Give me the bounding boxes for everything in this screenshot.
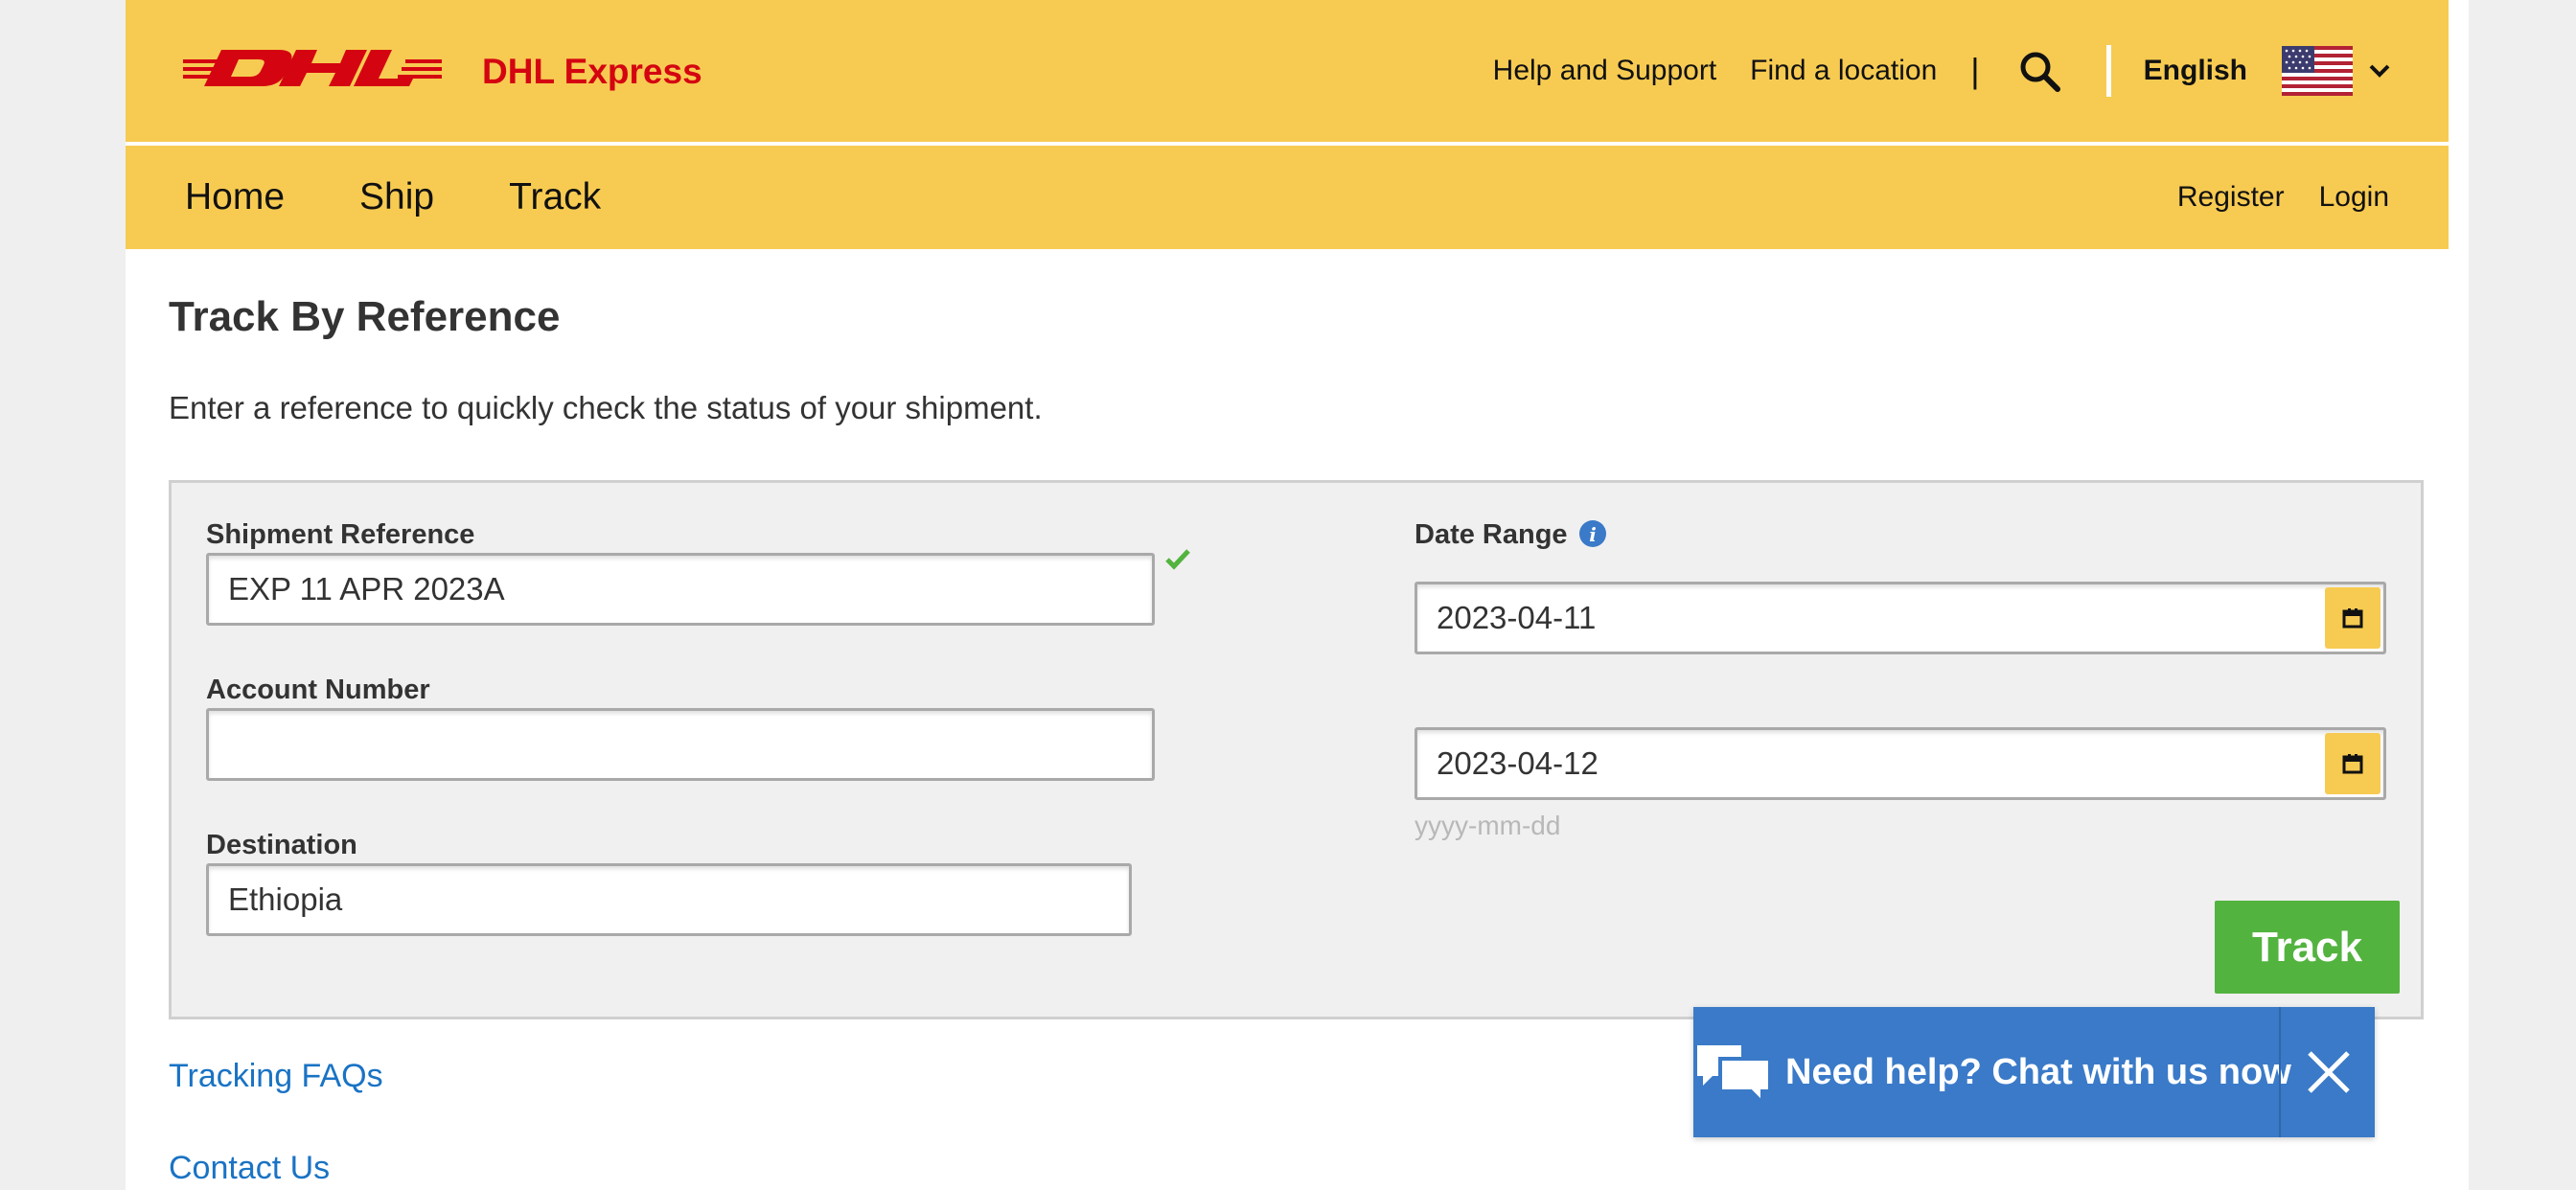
calendar-icon (2342, 754, 2363, 774)
date-format-hint: yyyy-mm-dd (1414, 811, 1561, 840)
page-subtitle: Enter a reference to quickly check the s… (169, 390, 1043, 425)
search-icon[interactable] (2018, 50, 2060, 92)
chevron-down-icon[interactable] (2368, 63, 2391, 79)
main-navigation: Home Ship Track Register Login (126, 146, 2449, 249)
top-utility-links: Help and Support Find a location | Engli… (1493, 0, 2449, 142)
date-from-input[interactable]: 2023-04-11 (1414, 582, 2386, 654)
tracking-faqs-link[interactable]: Tracking FAQs (169, 1058, 383, 1095)
nav-home[interactable]: Home (185, 176, 285, 218)
calendar-icon (2342, 608, 2363, 629)
checkmark-icon (1165, 549, 1190, 570)
svg-text:i: i (1589, 523, 1597, 546)
chat-bubbles-icon (1697, 1045, 1772, 1108)
destination-label: Destination (206, 830, 357, 860)
info-icon[interactable]: i (1578, 519, 1607, 548)
register-link[interactable]: Register (2177, 181, 2285, 214)
brand-name: DHL Express (482, 52, 702, 91)
help-and-support-link[interactable]: Help and Support (1493, 55, 1717, 87)
language-selector[interactable]: English (2144, 55, 2247, 87)
account-number-input[interactable] (206, 708, 1155, 781)
chat-divider (2279, 1007, 2281, 1137)
shipment-reference-input[interactable]: EXP 11 APR 2023A (206, 553, 1155, 626)
contact-us-link[interactable]: Contact Us (169, 1150, 330, 1187)
separator-pipe: | (1970, 51, 1980, 90)
top-header: DHL Express Help and Support Find a loca… (126, 0, 2449, 142)
header-divider (2105, 45, 2111, 97)
find-location-link[interactable]: Find a location (1750, 55, 1937, 87)
track-by-reference-form: Shipment Reference EXP 11 APR 2023A Acco… (169, 480, 2424, 1019)
nav-ship[interactable]: Ship (359, 176, 434, 218)
destination-input[interactable]: Ethiopia (206, 863, 1132, 936)
date-from-calendar-button[interactable] (2325, 587, 2380, 649)
date-from-value: 2023-04-11 (1437, 600, 1597, 635)
date-to-calendar-button[interactable] (2325, 733, 2380, 794)
account-number-label: Account Number (206, 675, 430, 705)
page-title: Track By Reference (169, 293, 561, 340)
shipment-reference-label: Shipment Reference (206, 519, 475, 550)
date-range-label: Date Range (1414, 519, 1568, 550)
us-flag-icon[interactable] (2282, 46, 2353, 96)
track-button[interactable]: Track (2215, 901, 2400, 994)
close-icon[interactable] (2300, 1043, 2358, 1101)
login-link[interactable]: Login (2319, 181, 2389, 214)
date-to-input[interactable]: 2023-04-12 (1414, 727, 2386, 800)
date-to-value: 2023-04-12 (1437, 745, 1598, 781)
chat-prompt-text[interactable]: Need help? Chat with us now (1785, 1052, 2291, 1093)
nav-track[interactable]: Track (509, 176, 601, 218)
dhl-logo[interactable] (183, 46, 442, 90)
chat-widget[interactable]: Need help? Chat with us now (1693, 1007, 2375, 1137)
